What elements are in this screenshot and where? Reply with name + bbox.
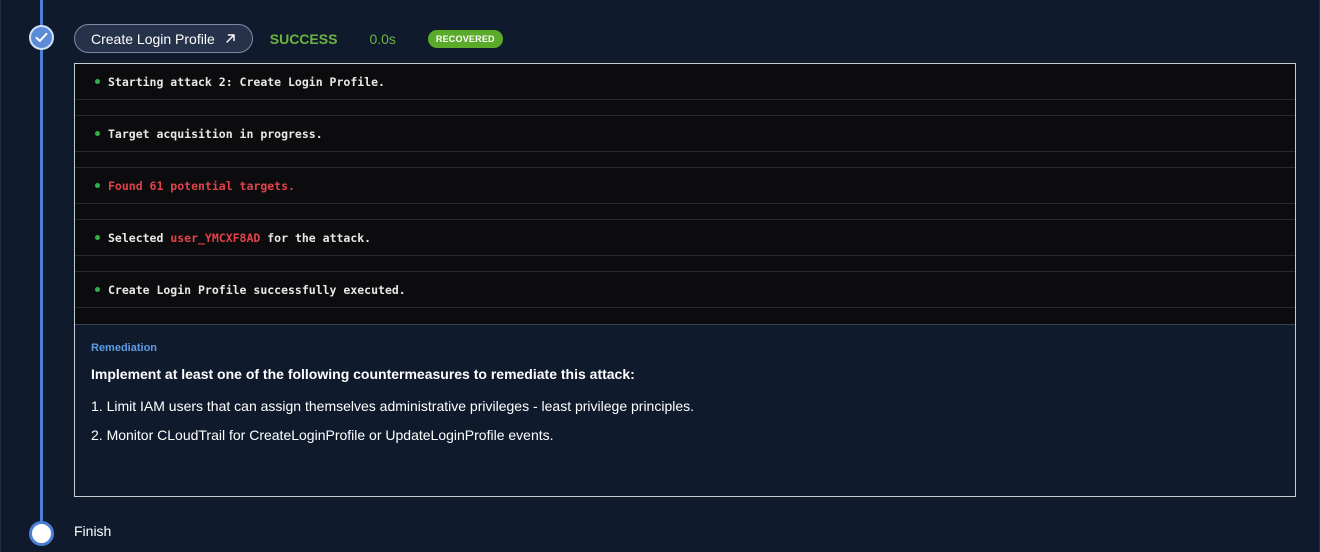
log-separator — [75, 100, 1295, 116]
bullet-dot-icon — [95, 287, 100, 292]
log-separator — [75, 152, 1295, 168]
log-line: Create Login Profile successfully execut… — [75, 272, 1295, 308]
timeline-line — [40, 0, 43, 540]
log-line-text: Target acquisition in progress. — [108, 126, 323, 141]
target-user-highlight: user_YMCXF8AD — [170, 230, 261, 245]
step-detail-panel: Starting attack 2: Create Login Profile.… — [74, 63, 1296, 497]
bullet-dot-icon — [95, 235, 100, 240]
remediation-item: 2. Monitor CLoudTrail for CreateLoginPro… — [91, 427, 554, 443]
duration-text: 0.0s — [369, 30, 396, 47]
log-separator — [75, 204, 1295, 220]
log-line: Target acquisition in progress. — [75, 116, 1295, 152]
bullet-dot-icon — [95, 183, 100, 188]
remediation-heading: Implement at least one of the following … — [91, 366, 635, 382]
recovered-badge: RECOVERED — [427, 29, 503, 48]
step-name-button[interactable]: Create Login Profile — [74, 24, 253, 53]
log-output: Starting attack 2: Create Login Profile.… — [75, 64, 1295, 325]
log-line-text: Found 61 potential targets. — [108, 178, 295, 193]
log-line-prefix: Selected — [108, 230, 171, 245]
log-line-text: Create Login Profile successfully execut… — [108, 282, 406, 297]
remediation-section: Remediation Implement at least one of th… — [75, 325, 1295, 443]
bullet-dot-icon — [95, 79, 100, 84]
log-separator — [75, 256, 1295, 272]
checkmark-icon — [29, 25, 54, 50]
status-text: SUCCESS — [269, 30, 338, 47]
remediation-label: Remediation — [91, 342, 158, 354]
finish-label: Finish — [74, 523, 112, 539]
step-name-label: Create Login Profile — [91, 30, 215, 47]
finish-node-icon — [29, 521, 54, 546]
bullet-dot-icon — [95, 131, 100, 136]
log-line-suffix: for the attack. — [260, 230, 372, 245]
attack-timeline-page: Create Login Profile SUCCESS 0.0s RECOVE… — [0, 0, 1320, 552]
log-line: Found 61 potential targets. — [75, 168, 1295, 204]
log-line: Selected user_YMCXF8AD for the attack. — [75, 220, 1295, 256]
log-line: Starting attack 2: Create Login Profile. — [75, 64, 1295, 100]
remediation-item: 1. Limit IAM users that can assign thems… — [91, 398, 695, 414]
log-line-text: Starting attack 2: Create Login Profile. — [108, 74, 385, 89]
step-header: Create Login Profile SUCCESS 0.0s RECOVE… — [74, 24, 503, 53]
external-link-arrow-icon — [225, 31, 236, 47]
